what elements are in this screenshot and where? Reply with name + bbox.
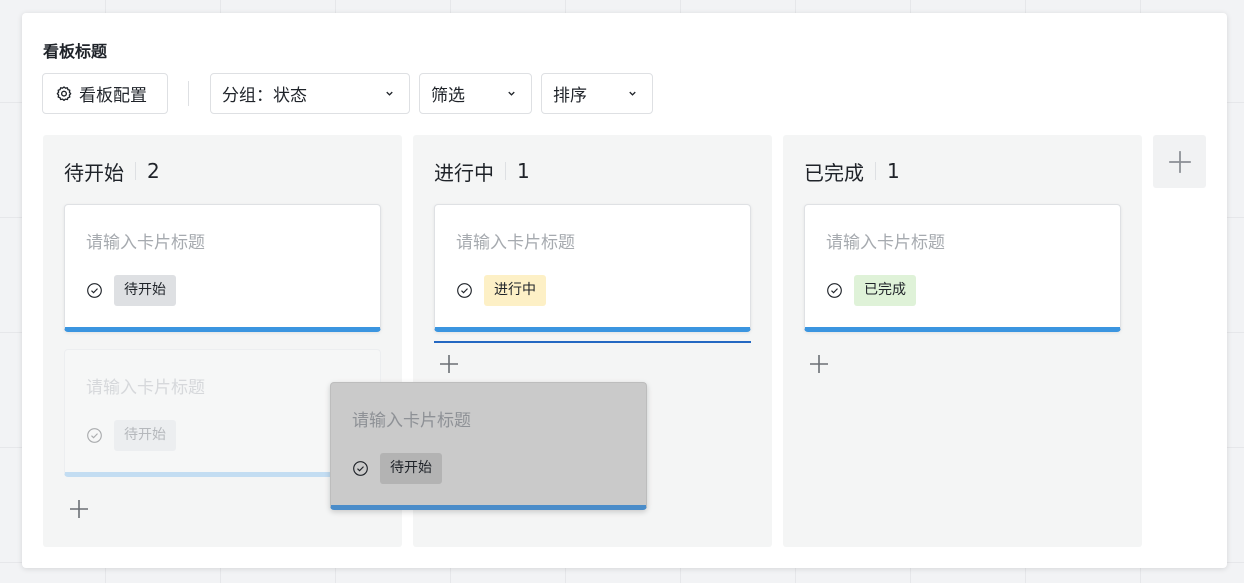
kanban-card[interactable]: 请输入卡片标题 待开始 [64, 204, 381, 332]
chevron-down-icon [386, 91, 393, 96]
plus-icon[interactable] [437, 352, 461, 376]
toolbar-divider [188, 81, 189, 106]
card-title[interactable]: 请输入卡片标题 [826, 228, 945, 253]
chevron-down-icon [629, 91, 636, 96]
column-count: 2 [147, 159, 160, 183]
kanban-card[interactable]: 请输入卡片标题 已完成 [804, 204, 1121, 332]
dragging-card[interactable]: 请输入卡片标题 待开始 [330, 382, 647, 510]
kanban-card[interactable]: 请输入卡片标题 进行中 [434, 204, 751, 332]
status-tag[interactable]: 已完成 [854, 275, 916, 306]
filter-label: 筛选 [431, 86, 465, 106]
column-header: 进行中 1 [434, 159, 530, 185]
check-circle-icon [827, 283, 842, 298]
sort-select[interactable]: 排序 [541, 73, 653, 114]
column-done: 已完成 1 请输入卡片标题 已完成 [783, 135, 1142, 547]
column-title: 待开始 [64, 160, 124, 185]
gear-icon [56, 85, 72, 101]
card-title[interactable]: 请输入卡片标题 [86, 228, 205, 253]
filter-select[interactable]: 筛选 [419, 73, 532, 114]
status-tag: 待开始 [380, 453, 442, 484]
sort-label: 排序 [553, 86, 587, 106]
card-title: 请输入卡片标题 [86, 378, 205, 398]
check-circle-icon [457, 283, 472, 298]
column-title: 已完成 [804, 160, 864, 185]
column-count: 1 [517, 159, 530, 183]
drop-indicator [434, 341, 751, 343]
kanban-panel: 看板标题 看板配置 分组：状态 筛选 排序 待开始 2 请输入卡片标题 待开始 … [22, 13, 1227, 568]
column-header-divider [875, 162, 876, 180]
group-by-select[interactable]: 分组：状态 [210, 73, 410, 114]
board-config-button[interactable]: 看板配置 [42, 73, 168, 114]
plus-icon[interactable] [67, 497, 91, 521]
column-header-divider [135, 162, 136, 180]
check-circle-icon [353, 461, 368, 476]
status-tag: 待开始 [114, 420, 176, 451]
chevron-down-icon [508, 91, 515, 96]
column-header-divider [505, 162, 506, 180]
status-tag[interactable]: 待开始 [114, 275, 176, 306]
plus-icon[interactable] [807, 352, 831, 376]
column-header: 已完成 1 [804, 159, 900, 185]
status-tag[interactable]: 进行中 [484, 275, 546, 306]
card-title: 请输入卡片标题 [352, 411, 471, 431]
check-circle-icon [87, 283, 102, 298]
group-by-label: 分组：状态 [222, 86, 307, 106]
board-config-label: 看板配置 [79, 86, 147, 106]
plus-icon [1168, 150, 1191, 173]
column-header: 待开始 2 [64, 159, 160, 185]
card-title[interactable]: 请输入卡片标题 [456, 228, 575, 253]
check-circle-icon [87, 428, 102, 443]
add-column-button[interactable] [1153, 135, 1206, 188]
column-count: 1 [887, 159, 900, 183]
board-title: 看板标题 [43, 42, 108, 61]
column-title: 进行中 [434, 160, 494, 185]
